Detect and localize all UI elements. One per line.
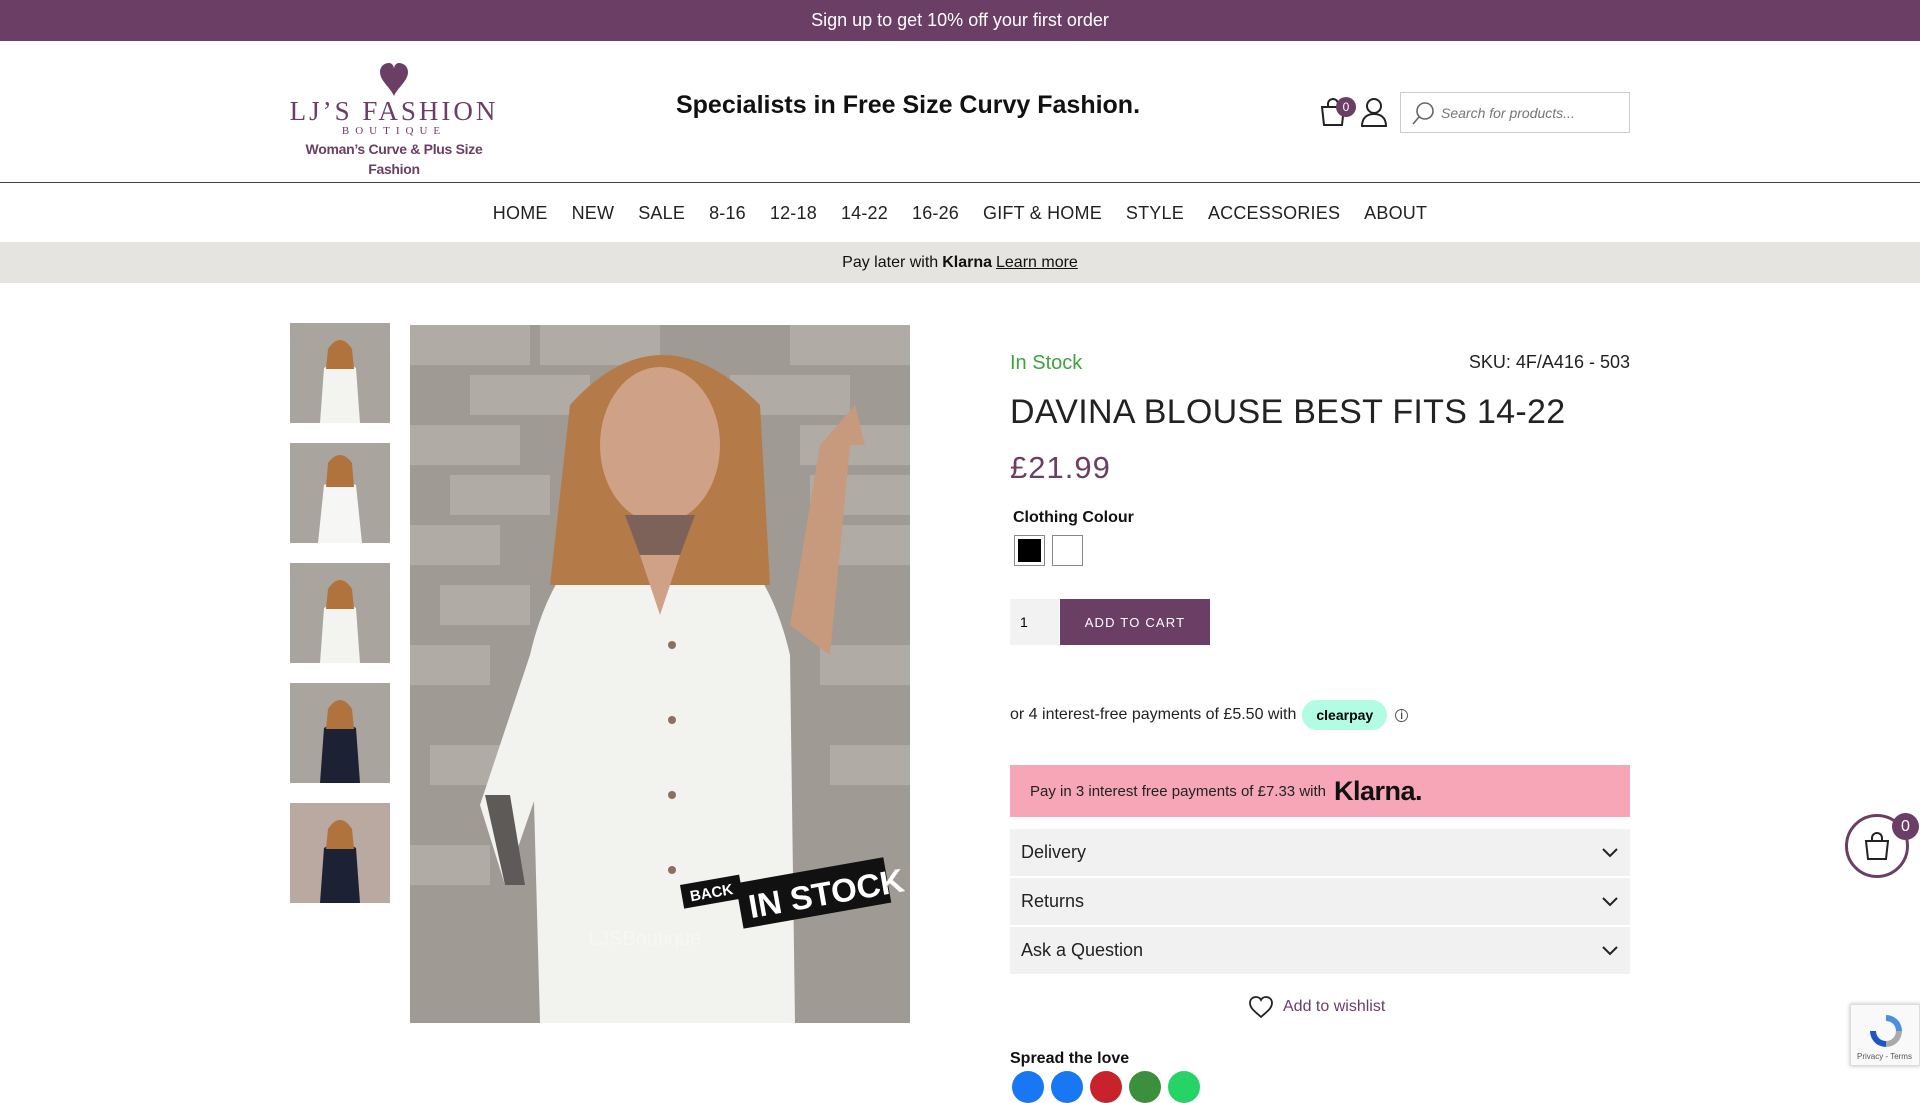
- recaptcha-links[interactable]: Privacy - Terms: [1857, 1052, 1912, 1061]
- nav-item-16-26[interactable]: 16-26: [912, 203, 959, 224]
- clearpay-message: or 4 interest-free payments of £5.50 wit…: [1010, 700, 1409, 730]
- share-label: Spread the love: [1010, 1050, 1130, 1067]
- accordion-label: Returns: [1021, 891, 1085, 911]
- product-title: DAVINA BLOUSE BEST FITS 14-22: [1010, 393, 1566, 431]
- nav-item-12-18[interactable]: 12-18: [770, 203, 817, 224]
- nav-item-14-22[interactable]: 14-22: [841, 203, 888, 224]
- add-to-wishlist[interactable]: Add to wishlist: [1249, 996, 1385, 1018]
- klarna-payment-box: Pay in 3 interest free payments of £7.33…: [1010, 765, 1630, 817]
- search-icon[interactable]: [1411, 100, 1437, 126]
- chevron-down-icon: [1602, 896, 1618, 906]
- email-share-icon[interactable]: [1129, 1071, 1161, 1103]
- klarna-banner: Pay later with Klarna Learn more: [0, 242, 1920, 283]
- clearpay-badge[interactable]: clearpay: [1302, 700, 1388, 730]
- product-main-image[interactable]: BACK IN STOCK LJSBoutique: [410, 325, 910, 1023]
- accordion-ask-question[interactable]: Ask a Question: [1010, 927, 1630, 974]
- nav-item-about[interactable]: ABOUT: [1364, 203, 1427, 224]
- accordion-returns[interactable]: Returns: [1010, 878, 1630, 925]
- info-icon[interactable]: i: [1395, 708, 1409, 722]
- product-sku: SKU: 4F/A416 - 503: [1468, 352, 1630, 372]
- wishlist-label[interactable]: Add to wishlist: [1283, 998, 1385, 1016]
- nav-item-gift-home[interactable]: GIFT & HOME: [983, 203, 1102, 224]
- shopping-bag-icon: [1864, 832, 1890, 860]
- clearpay-text: or 4 interest-free payments of £5.50 wit…: [1010, 706, 1297, 723]
- product-thumbnails: [290, 323, 390, 923]
- colour-swatch-white[interactable]: [1052, 535, 1083, 566]
- promo-text[interactable]: Sign up to get 10% off your first order: [811, 10, 1109, 31]
- quantity-input[interactable]: [1010, 599, 1059, 645]
- accordion-label: Delivery: [1021, 842, 1087, 862]
- klarna-learn-more-link[interactable]: Learn more: [996, 254, 1078, 272]
- stock-status: In Stock: [1010, 352, 1083, 374]
- product-thumbnail[interactable]: [290, 323, 390, 423]
- pinterest-share-icon[interactable]: [1090, 1071, 1122, 1103]
- logo-name: LJ’S FASHION: [289, 96, 499, 126]
- colour-label: Clothing Colour: [1013, 509, 1134, 526]
- product-thumbnail[interactable]: [290, 803, 390, 903]
- nav-item-accessories[interactable]: ACCESSORIES: [1208, 203, 1340, 224]
- chevron-down-icon: [1602, 945, 1618, 955]
- main-nav: HOME NEW SALE 8-16 12-18 14-22 16-26 GIF…: [0, 184, 1920, 242]
- klarna-banner-brand: Klarna: [942, 253, 992, 271]
- nav-item-8-16[interactable]: 8-16: [709, 203, 746, 224]
- logo-tagline: Woman’s Curve & Plus Size Fashion: [305, 141, 483, 177]
- accordion-delivery[interactable]: Delivery: [1010, 829, 1630, 876]
- nav-item-new[interactable]: NEW: [572, 203, 615, 224]
- nav-item-style[interactable]: STYLE: [1126, 203, 1184, 224]
- promo-bar[interactable]: Sign up to get 10% off your first order: [0, 0, 1920, 41]
- klarna-logo: Klarna.: [1334, 775, 1423, 806]
- heart-icon: [380, 63, 408, 96]
- product-thumbnail[interactable]: [290, 683, 390, 783]
- messenger-share-icon[interactable]: [1051, 1071, 1083, 1103]
- floating-cart-count[interactable]: 0: [1892, 813, 1919, 840]
- chevron-down-icon: [1602, 847, 1618, 857]
- user-icon[interactable]: [1360, 97, 1388, 127]
- header-tagline: Specialists in Free Size Curvy Fashion.: [675, 91, 1141, 119]
- nav-item-home[interactable]: HOME: [493, 203, 548, 224]
- klarna-payment-text: Pay in 3 interest free payments of £7.33…: [1030, 782, 1326, 800]
- whatsapp-share-icon[interactable]: [1168, 1071, 1200, 1103]
- recaptcha-icon: [1870, 1015, 1902, 1047]
- nav-item-sale[interactable]: SALE: [638, 203, 685, 224]
- accordion-label: Ask a Question: [1021, 940, 1144, 960]
- heart-outline-icon[interactable]: [1249, 996, 1273, 1018]
- logo-subtitle: BOUTIQUE: [341, 125, 447, 137]
- klarna-banner-prefix: Pay later with: [842, 253, 939, 271]
- image-watermark: LJSBoutique: [588, 928, 701, 950]
- colour-swatch-black[interactable]: [1014, 535, 1045, 566]
- add-to-cart-button[interactable]: ADD TO CART: [1060, 599, 1210, 645]
- search-input[interactable]: [1441, 104, 1621, 121]
- cart-count-badge[interactable]: 0: [1336, 97, 1356, 117]
- product-thumbnail[interactable]: [290, 443, 390, 543]
- product-thumbnail[interactable]: [290, 563, 390, 663]
- recaptcha-badge[interactable]: Privacy - Terms: [1850, 1004, 1920, 1066]
- site-logo[interactable]: LJ’S FASHION BOUTIQUE Woman’s Curve & Pl…: [289, 63, 499, 177]
- facebook-share-icon[interactable]: [1012, 1071, 1044, 1103]
- search-box[interactable]: [1400, 92, 1630, 133]
- site-header: LJ’S FASHION BOUTIQUE Woman’s Curve & Pl…: [0, 41, 1920, 183]
- product-price: £21.99: [1010, 450, 1111, 485]
